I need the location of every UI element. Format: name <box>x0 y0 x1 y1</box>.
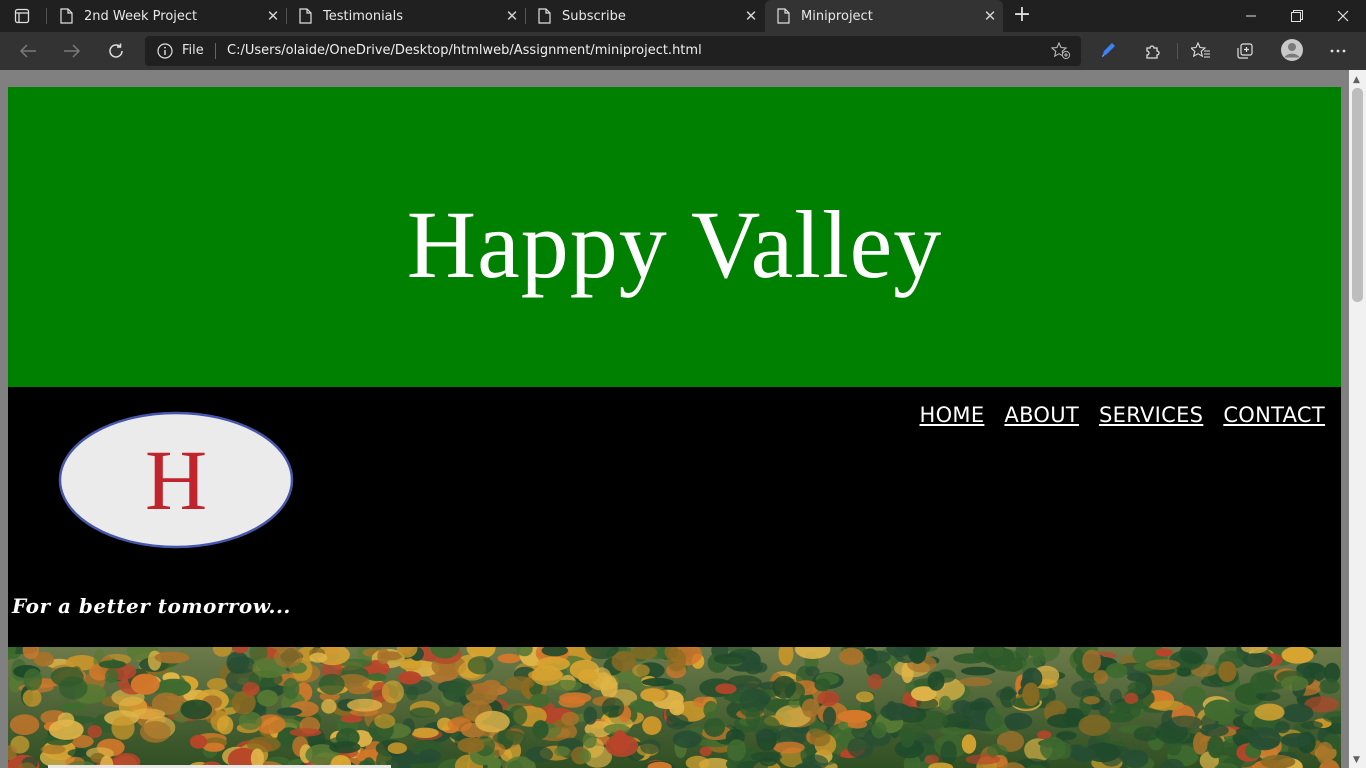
scroll-up-icon[interactable]: ▲ <box>1353 75 1360 85</box>
tab-2nd-week-project[interactable]: 2nd Week Project ✕ <box>48 0 286 32</box>
browser-toolbar: File C:/Users/olaide/OneDrive/Desktop/ht… <box>0 32 1366 70</box>
header-banner: Happy Valley <box>8 87 1341 387</box>
document-icon <box>299 8 313 24</box>
address-bar[interactable]: File C:/Users/olaide/OneDrive/Desktop/ht… <box>145 36 1081 66</box>
tab-title: 2nd Week Project <box>84 8 198 24</box>
profile-icon[interactable] <box>1280 38 1304 62</box>
tab-bar: 2nd Week Project ✕ Testimonials ✕ Subscr… <box>0 0 1366 32</box>
plus-icon[interactable]: + <box>1010 3 1034 27</box>
collections-icon[interactable] <box>1234 41 1256 61</box>
nav-about-link[interactable]: ABOUT <box>1004 403 1079 427</box>
close-icon[interactable]: ✕ <box>499 7 525 25</box>
scroll-down-icon[interactable]: ▼ <box>1353 755 1360 765</box>
main-nav: HOME ABOUT SERVICES CONTACT <box>919 403 1325 427</box>
restore-icon[interactable] <box>1274 0 1320 32</box>
forest-hero-image <box>8 647 1341 768</box>
site-title: Happy Valley <box>406 190 943 298</box>
info-icon[interactable] <box>157 43 173 63</box>
url-text[interactable]: C:/Users/olaide/OneDrive/Desktop/htmlweb… <box>227 43 702 58</box>
pen-icon[interactable] <box>1097 41 1119 61</box>
favorites-icon[interactable] <box>1190 41 1212 61</box>
logo-letter: H <box>145 432 207 528</box>
forward-arrow-icon[interactable] <box>60 40 84 62</box>
document-icon <box>538 8 552 24</box>
tab-title: Subscribe <box>562 8 626 24</box>
nav-contact-link[interactable]: CONTACT <box>1223 403 1325 427</box>
vertical-scrollbar[interactable]: ▲ ▼ <box>1349 70 1366 768</box>
tab-title: Miniproject <box>801 8 873 24</box>
minimize-icon[interactable] <box>1228 0 1274 32</box>
document-icon <box>60 8 74 24</box>
tab-testimonials[interactable]: Testimonials ✕ <box>287 0 525 32</box>
scrollbar-thumb[interactable] <box>1352 88 1363 302</box>
star-plus-icon[interactable] <box>1050 41 1071 64</box>
document-icon <box>777 8 791 24</box>
close-icon[interactable]: ✕ <box>738 7 764 25</box>
tab-title: Testimonials <box>323 8 404 24</box>
tab-miniproject[interactable]: Miniproject ✕ <box>765 0 1003 32</box>
nav-services-link[interactable]: SERVICES <box>1099 403 1203 427</box>
nav-home-link[interactable]: HOME <box>919 403 984 427</box>
logo: H <box>58 411 294 549</box>
close-icon[interactable]: ✕ <box>260 7 286 25</box>
close-window-icon[interactable] <box>1320 0 1366 32</box>
puzzle-icon[interactable] <box>1142 41 1164 61</box>
close-icon[interactable]: ✕ <box>977 7 1003 25</box>
scheme-label: File <box>182 43 204 58</box>
page-viewport: Happy Valley H HOME ABOUT SERVICES CONTA… <box>0 70 1349 768</box>
tab-subscribe[interactable]: Subscribe ✕ <box>526 0 764 32</box>
refresh-icon[interactable] <box>104 40 128 62</box>
nav-section: H HOME ABOUT SERVICES CONTACT For a bett… <box>8 387 1341 647</box>
back-arrow-icon[interactable] <box>16 40 40 62</box>
more-icon[interactable] <box>1327 41 1349 61</box>
slogan: For a better tomorrow... <box>12 594 291 618</box>
tab-actions-icon[interactable] <box>12 7 32 25</box>
